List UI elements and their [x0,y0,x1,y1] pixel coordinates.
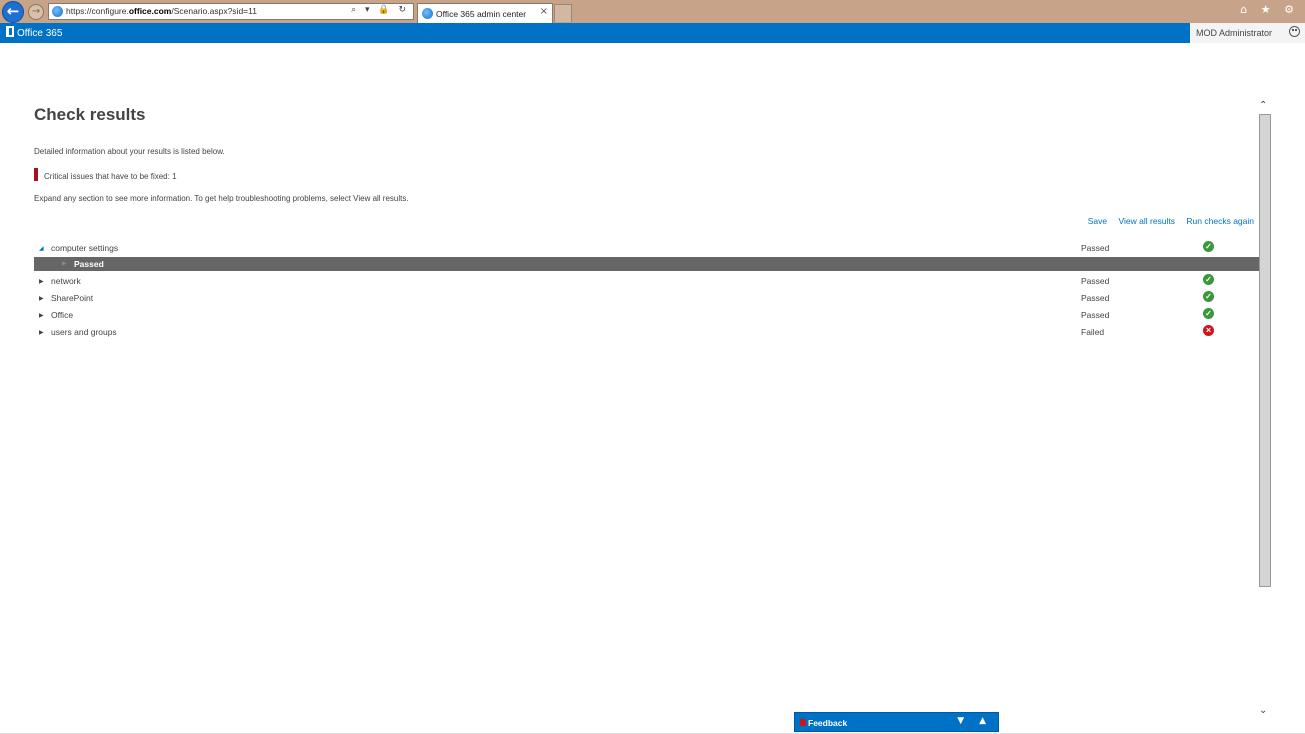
url-prefix: https://configure. [66,6,129,16]
feedback-label: Feedback [808,718,848,728]
result-status: Failed [1081,327,1105,337]
page-description: Detailed information about your results … [34,147,225,156]
collapsed-arrow-icon[interactable]: ▶ [39,329,44,336]
url-domain: office.com [128,6,172,16]
browser-tab-admin-center[interactable]: Office 365 admin center × [417,3,553,23]
expand-instructions: Expand any section to see more informati… [34,194,409,203]
logo-text: Office 365 [17,28,63,39]
critical-marker-icon [34,168,38,181]
save-link[interactable]: Save [1088,216,1107,226]
subrow-label: Passed [74,259,104,269]
result-status: Passed [1081,293,1110,303]
result-status: Passed [1081,310,1110,320]
office-logo-icon [6,26,14,37]
result-status: Passed [1081,276,1110,286]
office365-logo[interactable]: Office 365 [6,26,62,40]
back-button[interactable]: ← [2,1,24,23]
site-globe-icon [52,6,63,17]
results-actions: Save View all results Run checks again [1079,216,1254,226]
passed-check-icon: ✓ [1203,241,1214,252]
tab-globe-icon [422,8,433,19]
new-tab-button[interactable] [554,4,572,22]
office365-suite-bar: Office 365 MOD Administrator [0,23,1305,43]
feedback-toggle-icons[interactable]: ▼ ▲ [957,716,992,726]
vertical-scrollbar[interactable] [1259,114,1271,587]
browser-toolbar: ← → https://configure.office.com/Scenari… [0,0,1305,23]
tab-title: Office 365 admin center [436,9,527,19]
failed-x-icon: × [1203,325,1214,336]
result-row-network[interactable]: ▶ network Passed ✓ [34,273,1259,290]
address-actions-icons[interactable]: ⌕ ▾ 🔒 ↻ [351,5,409,15]
collapsed-arrow-icon[interactable]: ▶ [62,260,67,267]
collapsed-arrow-icon[interactable]: ▶ [39,312,44,319]
smiley-feedback-icon[interactable] [1289,26,1300,37]
results-list: ◢ computer settings Passed ✓ ▶ Passed ▶ … [34,240,1259,341]
result-label: Office [51,310,74,320]
scroll-up-chevron-icon[interactable]: ⌃ [1259,100,1267,111]
result-label: SharePoint [51,293,94,303]
forward-button[interactable]: → [28,4,44,20]
passed-check-icon: ✓ [1203,308,1214,319]
result-label: computer settings [51,243,119,253]
forward-arrow-icon: → [31,6,41,17]
result-row-computer-settings[interactable]: ◢ computer settings Passed ✓ [34,240,1259,257]
result-status: Passed [1081,243,1110,253]
user-menu[interactable]: MOD Administrator [1190,23,1305,43]
view-all-results-link[interactable]: View all results [1119,216,1176,226]
feedback-marker-icon [800,719,806,726]
address-url[interactable]: https://configure.office.com/Scenario.as… [66,6,257,16]
expanded-arrow-icon[interactable]: ◢ [39,245,44,252]
collapsed-arrow-icon[interactable]: ▶ [39,278,44,285]
result-label: users and groups [51,327,117,337]
user-name: MOD Administrator [1196,28,1273,38]
page-title: Check results [34,105,146,124]
address-bar[interactable]: https://configure.office.com/Scenario.as… [48,3,414,20]
result-row-office[interactable]: ▶ Office Passed ✓ [34,307,1259,324]
passed-check-icon: ✓ [1203,274,1214,285]
tab-close-icon[interactable]: × [540,6,548,17]
back-arrow-icon: ← [6,2,20,20]
critical-issues-text: Critical issues that have to be fixed: 1 [44,172,177,181]
result-row-users-and-groups[interactable]: ▶ users and groups Failed × [34,324,1259,341]
result-label: network [51,276,81,286]
result-row-sharepoint[interactable]: ▶ SharePoint Passed ✓ [34,290,1259,307]
home-favorites-settings-icons[interactable]: ⌂ ★ ⚙ [1240,3,1299,16]
url-path: /Scenario.aspx?sid=11 [171,6,257,16]
run-checks-again-link[interactable]: Run checks again [1186,216,1254,226]
passed-check-icon: ✓ [1203,291,1214,302]
result-subrow-passed[interactable]: ▶ Passed [34,257,1259,271]
feedback-panel[interactable]: Feedback ▼ ▲ [794,712,999,732]
scroll-down-chevron-icon[interactable]: ⌄ [1259,705,1267,716]
collapsed-arrow-icon[interactable]: ▶ [39,295,44,302]
